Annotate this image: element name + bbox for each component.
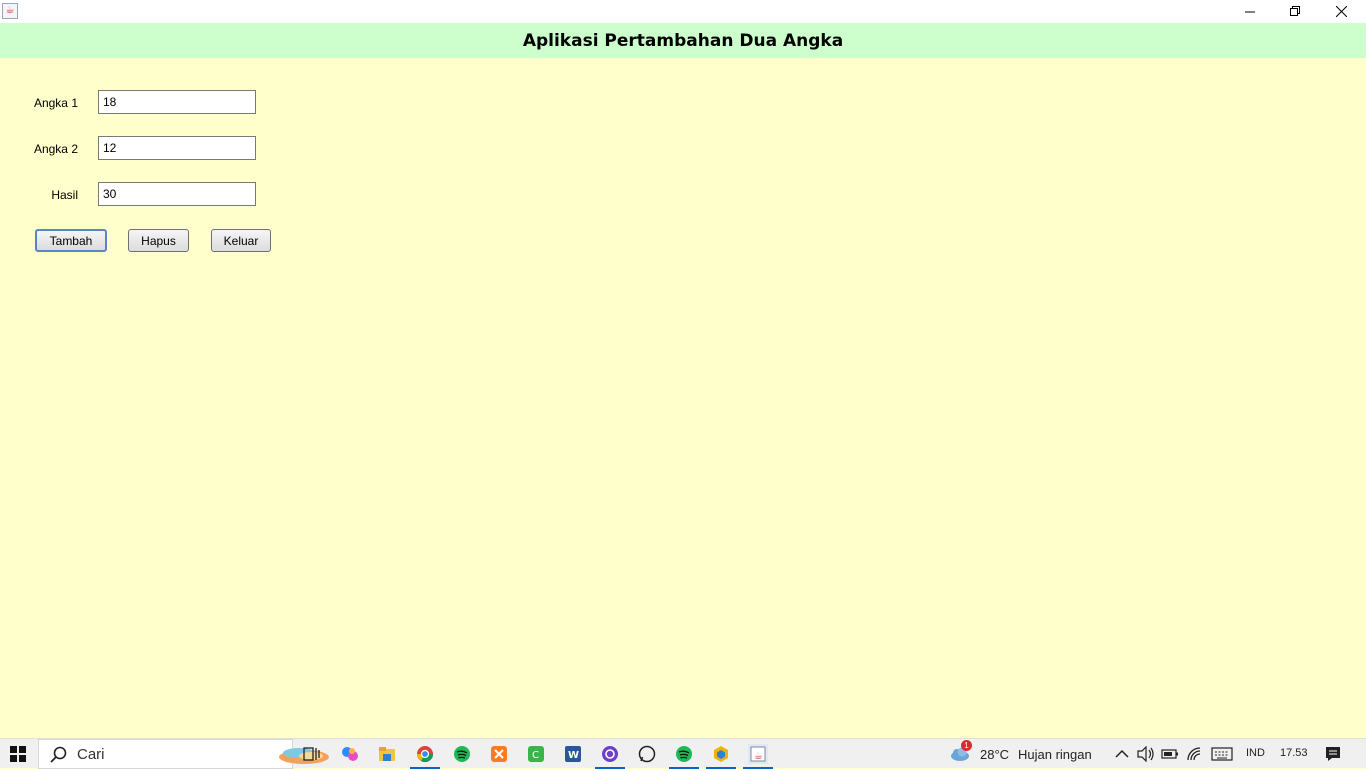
- hasil-input[interactable]: [98, 182, 256, 206]
- window-titlebar: ☕: [0, 0, 1366, 23]
- page-title: Aplikasi Pertambahan Dua Angka: [522, 30, 844, 51]
- chrome-icon[interactable]: [410, 744, 440, 769]
- minimize-icon: [1244, 11, 1255, 12]
- close-icon: [1335, 5, 1347, 17]
- show-hidden-icons-chevron-icon[interactable]: [1112, 744, 1132, 764]
- minimize-button[interactable]: [1227, 0, 1273, 22]
- battery-icon[interactable]: [1160, 744, 1180, 764]
- camtasia-icon[interactable]: C: [526, 744, 546, 764]
- angka2-input[interactable]: [98, 136, 256, 160]
- word-icon[interactable]: W: [563, 744, 583, 764]
- maximize-button[interactable]: [1272, 0, 1318, 22]
- volume-icon[interactable]: [1136, 744, 1156, 764]
- search-icon: [50, 746, 67, 763]
- xampp-icon[interactable]: [489, 744, 509, 764]
- windows-logo-icon: [10, 746, 26, 762]
- search-placeholder: Cari: [77, 746, 105, 763]
- language-indicator[interactable]: IND: [1246, 747, 1265, 759]
- clock-time[interactable]: 17.53: [1280, 747, 1308, 759]
- spotify-icon-2[interactable]: [669, 744, 699, 769]
- file-explorer-icon[interactable]: [377, 744, 397, 764]
- close-button[interactable]: [1318, 0, 1364, 22]
- svg-text:C: C: [532, 750, 539, 761]
- touch-keyboard-icon[interactable]: [1210, 744, 1234, 764]
- taskbar-search[interactable]: Cari: [38, 739, 329, 769]
- start-button[interactable]: [0, 739, 36, 769]
- angka1-label: Angka 1: [33, 96, 78, 110]
- notifications-icon[interactable]: [1323, 744, 1343, 764]
- taskbar: Cari C W ☕ 28°C Hujan ringan IND 17.53: [0, 738, 1366, 769]
- angka2-label: Angka 2: [33, 142, 78, 156]
- weather-temperature: 28°C: [980, 747, 1010, 762]
- tambah-button[interactable]: Tambah: [35, 229, 107, 252]
- whatsapp-icon[interactable]: [637, 744, 657, 764]
- copilot-icon[interactable]: [340, 744, 360, 764]
- java-app-icon[interactable]: ☕: [2, 3, 18, 19]
- java-app-taskbar-icon[interactable]: ☕: [743, 744, 773, 769]
- task-view-icon[interactable]: [302, 744, 322, 764]
- hasil-label: Hasil: [51, 188, 78, 202]
- svg-text:W: W: [568, 750, 579, 761]
- wifi-icon[interactable]: [1185, 744, 1205, 764]
- spotify-icon[interactable]: [452, 744, 472, 764]
- angka1-input[interactable]: [98, 90, 256, 114]
- maximize-icon: [1289, 5, 1300, 16]
- svg-text:☕: ☕: [754, 751, 763, 762]
- weather-description: Hujan ringan: [1018, 747, 1092, 762]
- netbeans-icon[interactable]: [706, 744, 736, 769]
- github-desktop-icon[interactable]: [595, 744, 625, 769]
- keluar-button[interactable]: Keluar: [211, 229, 271, 252]
- header-banner: Aplikasi Pertambahan Dua Angka: [0, 23, 1366, 58]
- hapus-button[interactable]: Hapus: [128, 229, 189, 252]
- weather-notification-badge: 1: [961, 740, 972, 751]
